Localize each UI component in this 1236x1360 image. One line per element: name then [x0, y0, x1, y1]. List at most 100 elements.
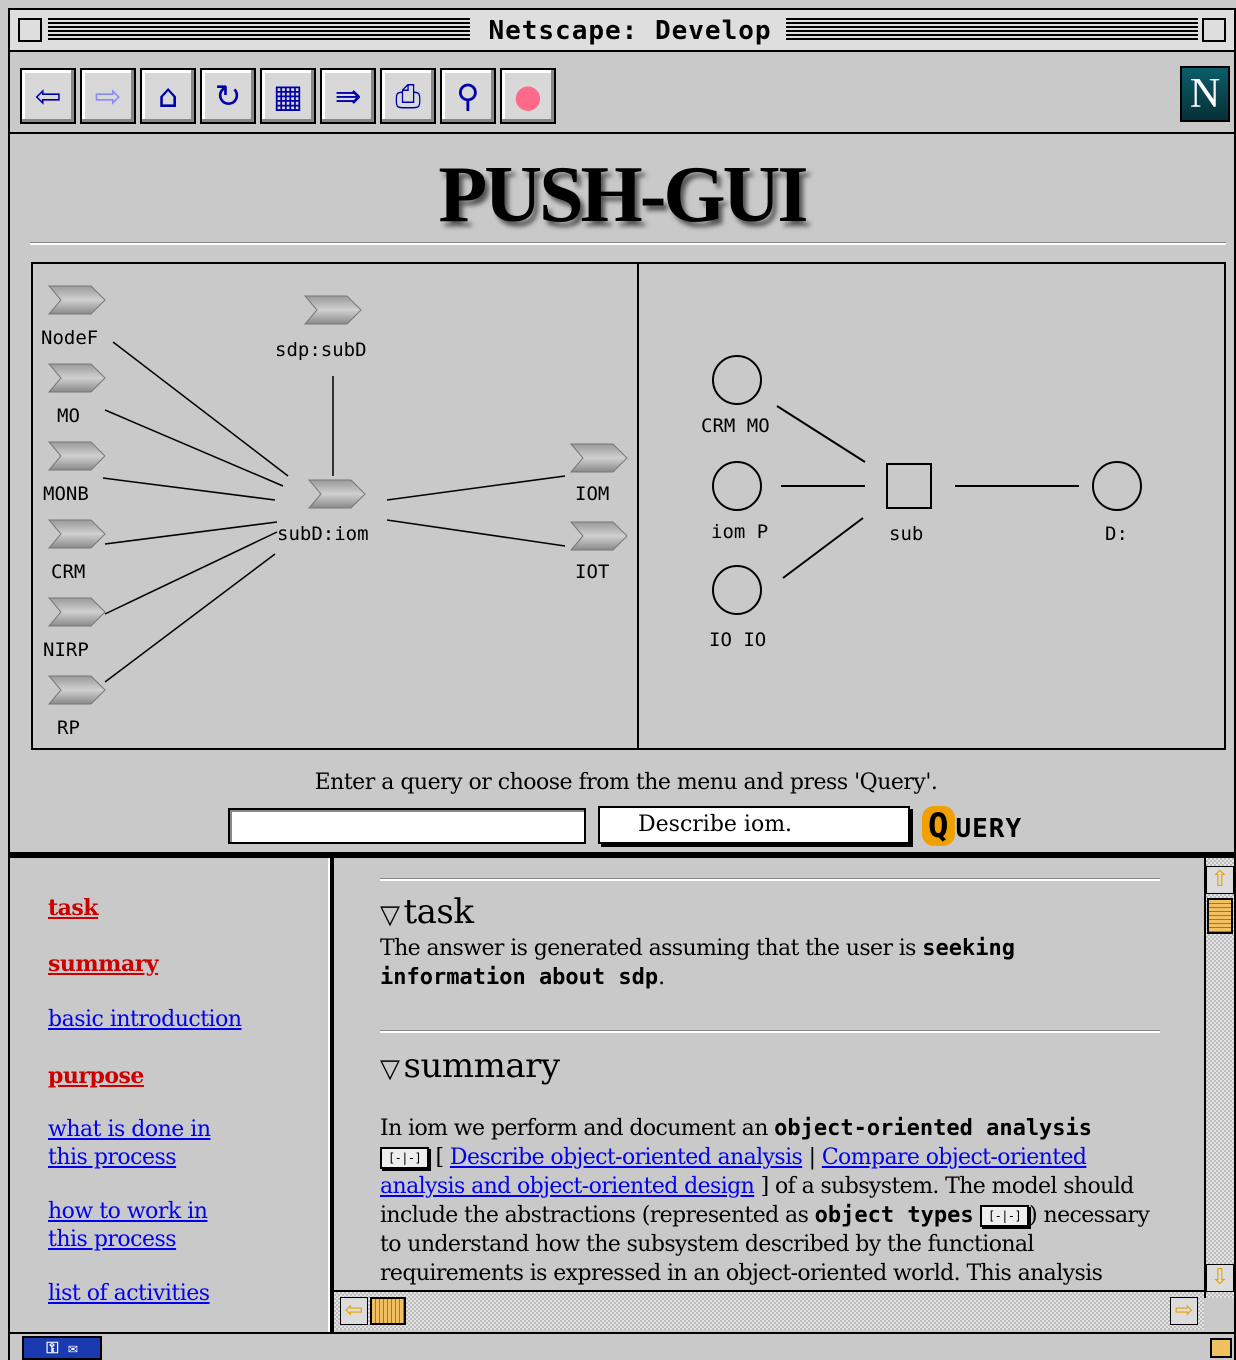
- vertical-scrollbar[interactable]: ⇧ ⇩: [1204, 858, 1234, 1298]
- chevron-node-icon[interactable]: [47, 597, 106, 627]
- chevron-node-icon[interactable]: [569, 521, 628, 551]
- graph-canvas: NodeF MO MONB CRM NIRP RP sdp:subD subD:…: [41, 264, 1142, 748]
- security-key-icon[interactable]: ⚿ ✉: [22, 1336, 102, 1360]
- nav-link-basic-introduction[interactable]: basic introduction: [48, 1006, 242, 1034]
- chevron-node-icon[interactable]: [303, 295, 362, 325]
- section-heading-text: task: [403, 892, 474, 932]
- right-graph-edges: [776, 405, 1079, 579]
- title-bar-stripes: [786, 18, 1198, 42]
- link-separator: |: [808, 1145, 816, 1170]
- find-icon[interactable]: ⚲: [440, 68, 496, 124]
- nav-link-line: this process: [48, 1227, 177, 1252]
- crm-mo-node[interactable]: [712, 355, 762, 405]
- node-label-nodef[interactable]: NodeF: [41, 327, 98, 349]
- chevron-node-icon[interactable]: [569, 443, 628, 473]
- query-menu[interactable]: Describe iom.: [598, 806, 910, 844]
- task-text-pre: The answer is generated assuming that th…: [380, 936, 923, 961]
- nav-link-line: this process: [48, 1145, 177, 1170]
- task-text: The answer is generated assuming that th…: [380, 934, 1170, 992]
- nav-link-list-of-activities[interactable]: list of activities: [48, 1280, 210, 1308]
- query-frame: PUSH-GUI NodeF MO MONB CRM NIRP RP sdp:s…: [10, 136, 1234, 852]
- mail-icon[interactable]: [1210, 1338, 1232, 1358]
- task-text-post: .: [658, 965, 665, 990]
- link-describe-ooa[interactable]: Describe object-oriented analysis: [450, 1145, 803, 1170]
- horizontal-scroll-thumb[interactable]: [370, 1297, 406, 1325]
- iom-p-node[interactable]: [712, 461, 762, 511]
- node-label-subd-iom[interactable]: subD:iom: [277, 523, 369, 545]
- node-label-sub[interactable]: sub: [889, 523, 923, 545]
- close-box[interactable]: [18, 18, 42, 42]
- disclosure-triangle-icon[interactable]: ▽: [380, 1054, 400, 1084]
- chevron-node-icon[interactable]: [47, 363, 106, 393]
- node-label-monb[interactable]: MONB: [43, 483, 89, 505]
- forward-icon[interactable]: ⇨: [80, 68, 136, 124]
- node-label-iot[interactable]: IOT: [575, 561, 609, 583]
- chevron-node-icon[interactable]: [47, 441, 106, 471]
- netscape-logo-icon[interactable]: N: [1180, 66, 1230, 122]
- reload-icon[interactable]: ↻: [200, 68, 256, 124]
- print-icon[interactable]: ⎙: [380, 68, 436, 124]
- nav-link-summary[interactable]: summary: [48, 950, 159, 978]
- node-label-sdp-subd[interactable]: sdp:subD: [275, 339, 367, 361]
- divider: [30, 242, 1226, 245]
- nav-link-line: how to work in: [48, 1199, 208, 1224]
- section-heading-task[interactable]: ▽ task: [380, 892, 474, 935]
- summary-term-object-types: object types: [814, 1203, 974, 1228]
- status-bar: ⚿ ✉: [10, 1332, 1234, 1360]
- query-button-label: UERY: [955, 814, 1023, 844]
- sub-node[interactable]: [886, 463, 932, 509]
- scroll-up-arrow-icon[interactable]: ⇧: [1206, 866, 1234, 894]
- stop-icon[interactable]: ●: [500, 68, 556, 124]
- chevron-node-icon[interactable]: [47, 285, 106, 315]
- nav-link-what-is-done[interactable]: what is done in this process: [48, 1116, 211, 1172]
- nav-link-task[interactable]: task: [48, 894, 99, 922]
- open-icon[interactable]: ⇛: [320, 68, 376, 124]
- zoom-box[interactable]: [1202, 18, 1226, 42]
- home-icon[interactable]: ⌂: [140, 68, 196, 124]
- images-icon[interactable]: ▦: [260, 68, 316, 124]
- push-gui-banner: PUSH-GUI: [438, 151, 808, 239]
- horizontal-scrollbar[interactable]: ⇦ ⇨: [334, 1290, 1204, 1330]
- toolbar: ⇦ ⇨ ⌂ ↻ ▦ ⇛ ⎙ ⚲ ● N: [10, 54, 1234, 134]
- io-io-node[interactable]: [712, 565, 762, 615]
- chevron-node-icon[interactable]: [307, 479, 366, 509]
- back-icon[interactable]: ⇦: [20, 68, 76, 124]
- scroll-down-arrow-icon[interactable]: ⇩: [1206, 1264, 1234, 1292]
- summary-term-ooa: object-oriented analysis: [774, 1116, 1093, 1141]
- disclosure-triangle-icon[interactable]: ▽: [380, 900, 400, 930]
- browser-window: Netscape: Develop ⇦ ⇨ ⌂ ↻ ▦ ⇛ ⎙ ⚲ ● N PU…: [8, 8, 1236, 1360]
- scroll-left-arrow-icon[interactable]: ⇦: [340, 1297, 368, 1325]
- nav-link-purpose[interactable]: purpose: [48, 1062, 144, 1090]
- node-label-rp[interactable]: RP: [57, 717, 80, 739]
- chevron-node-icon[interactable]: [47, 675, 106, 705]
- vertical-scroll-thumb[interactable]: [1207, 898, 1233, 934]
- node-label-crm[interactable]: CRM: [51, 561, 85, 583]
- node-label-io-io[interactable]: IO IO: [709, 629, 766, 651]
- query-input[interactable]: [228, 808, 586, 844]
- node-label-mo[interactable]: MO: [57, 405, 80, 427]
- node-label-nirp[interactable]: NIRP: [43, 639, 89, 661]
- expand-button[interactable]: [-|-]: [380, 1147, 430, 1169]
- summary-text: In iom we perform and document an object…: [380, 1116, 1150, 1286]
- nav-link-line: what is done in: [48, 1117, 211, 1142]
- divider: [380, 1030, 1160, 1033]
- node-label-crm-mo[interactable]: CRM MO: [701, 415, 770, 437]
- query-button[interactable]: Q UERY: [922, 806, 1034, 846]
- divider: [380, 878, 1160, 881]
- process-graph: NodeF MO MONB CRM NIRP RP sdp:subD subD:…: [31, 262, 1226, 750]
- section-heading-text: summary: [403, 1046, 561, 1086]
- node-label-iom-p[interactable]: iom P: [711, 521, 768, 543]
- nav-link-how-to-work[interactable]: how to work in this process: [48, 1198, 208, 1254]
- section-heading-summary[interactable]: ▽ summary: [380, 1046, 560, 1089]
- expand-button[interactable]: [-|-]: [980, 1205, 1030, 1227]
- window-title: Netscape: Develop: [480, 16, 780, 46]
- scroll-right-arrow-icon[interactable]: ⇨: [1170, 1297, 1198, 1325]
- query-button-q: Q: [922, 806, 956, 846]
- query-prompt: Enter a query or choose from the menu an…: [314, 770, 938, 795]
- nav-frame: task summary basic introduction purpose …: [10, 858, 330, 1332]
- d-node[interactable]: [1092, 461, 1142, 511]
- node-label-d[interactable]: D:: [1105, 523, 1128, 545]
- node-label-iom[interactable]: IOM: [575, 483, 609, 505]
- chevron-node-icon[interactable]: [47, 519, 106, 549]
- title-bar[interactable]: Netscape: Develop: [10, 10, 1234, 52]
